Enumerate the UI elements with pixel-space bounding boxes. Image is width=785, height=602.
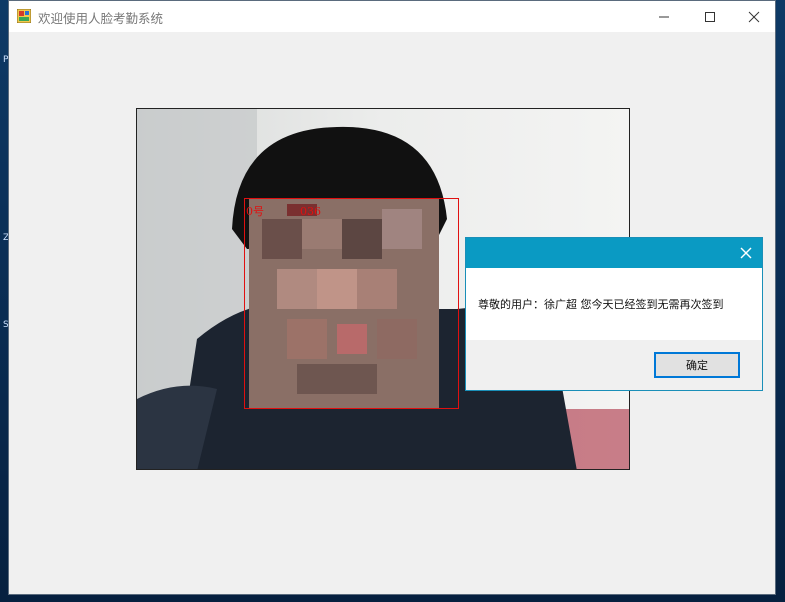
face-id-label: 0号 036 [246,203,321,219]
maximize-button[interactable] [687,1,733,32]
app-icon [17,9,31,23]
minimize-button[interactable] [641,1,687,32]
maximize-icon [705,11,715,22]
face-id-prefix: 0号 [246,205,264,218]
dialog-footer: 确定 [466,340,762,390]
face-detection-box [244,198,459,409]
dialog-close-icon[interactable] [738,245,754,261]
message-dialog: 尊敬的用户：徐广超 您今天已经签到无需再次签到 确定 [465,237,763,391]
window-title: 欢迎使用人脸考勤系统 [38,11,164,26]
dialog-header[interactable] [466,238,762,268]
face-id-number: 036 [300,205,321,218]
dialog-message: 尊敬的用户：徐广超 您今天已经签到无需再次签到 [478,298,724,311]
ok-button[interactable]: 确定 [654,352,740,378]
title-bar[interactable]: 欢迎使用人脸考勤系统 [9,1,775,32]
close-icon [748,11,760,22]
close-button[interactable] [731,1,777,32]
minimize-icon [659,16,669,17]
